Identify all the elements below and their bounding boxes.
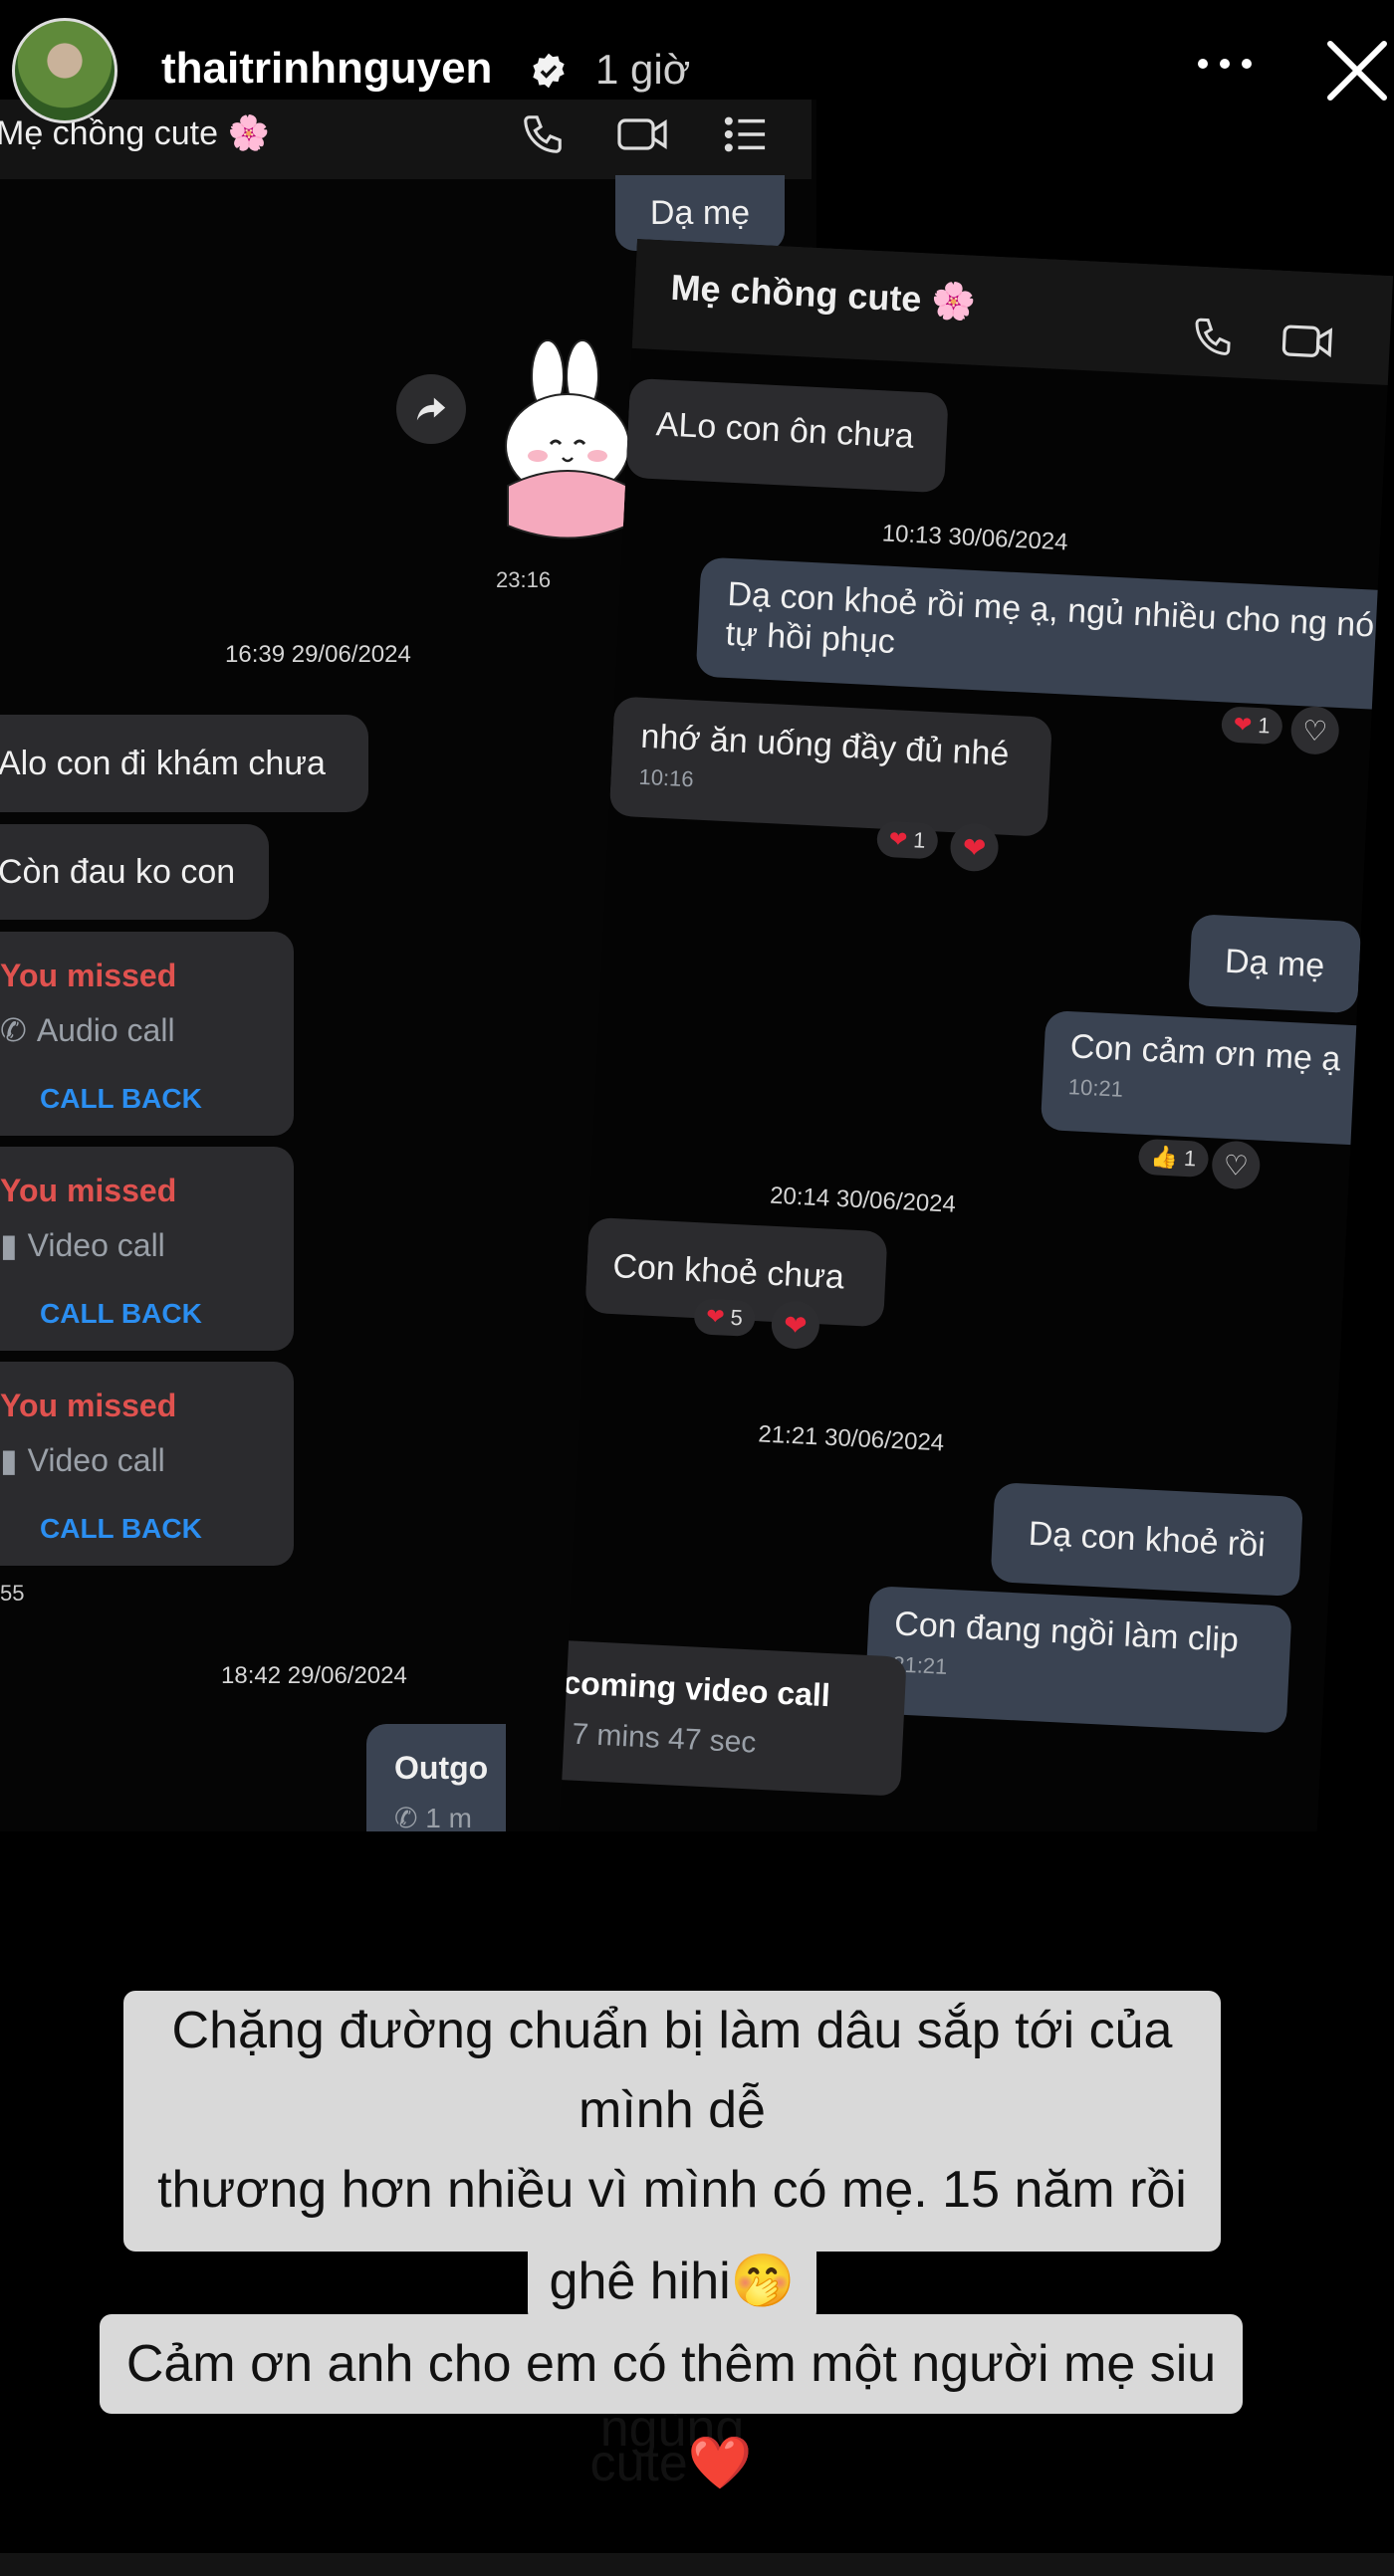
heart-icon: ❤: [962, 831, 988, 864]
missed-call-type: ✆ Audio call: [0, 1011, 175, 1049]
forward-button[interactable]: [396, 374, 466, 444]
thumbs-up-icon: 👍: [1149, 1144, 1179, 1171]
phone-icon[interactable]: [1190, 314, 1236, 364]
back-msg-2-text: Còn đau ko con: [0, 852, 236, 891]
bunny-sticker: [493, 336, 632, 545]
missed-video-icon: ▮: [0, 1442, 18, 1478]
back-top-bubble-text: Dạ mẹ: [649, 193, 751, 232]
outgoing-call-sub-text: 1 m: [425, 1803, 472, 1833]
story-header: thaitrinhnguyen 1 giờ: [0, 0, 1394, 123]
front-out-5-text: Con đang ngồi làm clip: [893, 1605, 1240, 1660]
caption-block-1: Chặng đường chuẩn bị làm dâu sắp tới của…: [123, 1991, 1221, 2458]
missed-call-type-text: Video call: [27, 1441, 165, 1478]
front-out-4-text: Dạ con khoẻ rồi: [1027, 1514, 1267, 1564]
heart-outline-icon: ♡: [1301, 714, 1328, 747]
front-chat-screenshot: Mẹ chồng cute 🌸 ALo con ôn chưa 10:13 30…: [554, 239, 1394, 1967]
outgoing-call-title: Outgo: [394, 1750, 489, 1786]
missed-call-card: You missed ✆ Audio call CALL BACK: [0, 932, 294, 1136]
missed-call-type: ▮ Video call: [0, 1441, 165, 1479]
front-out-4: Dạ con khoẻ rồi: [990, 1482, 1304, 1598]
missed-call-title: You missed: [0, 1388, 177, 1423]
outgoing-call-sub: ✆ 1 m: [394, 1803, 472, 1833]
reaction-count: 1: [912, 827, 927, 853]
username[interactable]: thaitrinhnguyen: [161, 44, 492, 94]
front-out-3-text: Con cảm ơn mẹ ạ: [1068, 1027, 1342, 1079]
heart-outline-icon: ♡: [1222, 1149, 1250, 1181]
caption-line-5: Cảm ơn anh cho em có thêm một người mẹ s…: [125, 2335, 1217, 2492]
heart-icon: ❤: [705, 1303, 726, 1330]
reaction-badge[interactable]: ❤ 1: [1221, 706, 1283, 746]
phone-icon[interactable]: [520, 111, 566, 162]
heart-icon: ❤: [1233, 711, 1253, 738]
caption-block-3: Cảm ơn anh cho em có thêm một người mẹ s…: [100, 2314, 1243, 2492]
heart-icon: ❤: [888, 826, 908, 852]
front-out-3-time: 10:21: [1067, 1074, 1124, 1102]
front-in-3-text: Con khoẻ chưa: [611, 1246, 845, 1296]
missed-call-type-text: Video call: [27, 1226, 165, 1263]
verified-badge-icon: [530, 52, 568, 95]
missed-call-type: ▮ Video call: [0, 1226, 165, 1264]
front-chat-contact-name: Mẹ chồng cute 🌸: [669, 266, 978, 322]
caption-line-4: ghê hihi🤭: [549, 2253, 796, 2310]
video-call-icon[interactable]: [1278, 319, 1336, 370]
front-msg-alo: ALo con ôn chưa: [625, 377, 949, 494]
heart-icon: ❤: [783, 1309, 809, 1342]
time-ago: 1 giờ: [595, 46, 691, 93]
missed-audio-icon: ✆: [0, 1012, 27, 1048]
front-out-1-text: Dạ con khoẻ rồi mẹ ạ, ngủ nhiều cho ng n…: [724, 574, 1376, 662]
list-icon[interactable]: [723, 113, 769, 160]
reaction-count: 1: [1257, 713, 1272, 739]
call-back-button[interactable]: CALL BACK: [40, 1513, 202, 1545]
caption-line-1: Chặng đường chuẩn bị làm dâu sắp tới của…: [171, 2002, 1173, 2139]
front-out-3: Con cảm ơn mẹ ạ 10:21: [1040, 1009, 1385, 1147]
incoming-call-duration-text: 7 mins 47 sec: [571, 1717, 758, 1760]
back-chat-contact-name: Mẹ chồng cute 🌸: [0, 114, 270, 152]
back-msg-1: Alo con đi khám chưa: [0, 715, 368, 812]
front-out-2: Dạ mẹ: [1188, 914, 1362, 1014]
front-in-2: nhớ ăn uống đầy đủ nhé 10:16: [608, 696, 1053, 837]
front-out-2-text: Dạ mẹ: [1224, 942, 1326, 985]
missed-call-card: You missed ▮ Video call CALL BACK: [0, 1362, 294, 1566]
partial-time: 55: [0, 1581, 25, 1606]
caption-block-2: ghê hihi🤭: [528, 2242, 816, 2323]
missed-call-title: You missed: [0, 958, 177, 993]
missed-video-icon: ▮: [0, 1227, 18, 1263]
missed-call-card: You missed ▮ Video call CALL BACK: [0, 1147, 294, 1351]
incoming-call-duration: ▮◂ 7 mins 47 sec: [555, 1715, 757, 1761]
reaction-badge[interactable]: ❤ 1: [875, 820, 939, 860]
more-horizontal-icon[interactable]: [1195, 54, 1255, 79]
call-back-button[interactable]: CALL BACK: [40, 1083, 202, 1115]
missed-call-title: You missed: [0, 1173, 177, 1208]
front-out-5: Con đang ngồi làm clip 21:21: [863, 1586, 1292, 1734]
sticker-time: 23:16: [496, 567, 552, 592]
back-date-separator-2: 18:42 29/06/2024: [221, 1662, 407, 1689]
back-date-separator-1: 16:39 29/06/2024: [225, 641, 411, 668]
back-msg-2: Còn đau ko con: [0, 824, 269, 920]
front-msg-alo-text: ALo con ôn chưa: [655, 405, 915, 456]
close-icon[interactable]: [1324, 38, 1390, 108]
bottom-progress-bar: [0, 2553, 1394, 2576]
incoming-call-card: Incoming video call ▮◂ 7 mins 47 sec: [554, 1637, 907, 1797]
reaction-count: 1: [1183, 1145, 1197, 1172]
reaction-badge[interactable]: 👍 1: [1137, 1138, 1210, 1179]
reaction-badge[interactable]: ❤ 5: [693, 1298, 756, 1338]
incoming-call-title: Incoming video call: [554, 1662, 831, 1714]
back-msg-1-text: Alo con đi khám chưa: [0, 744, 326, 782]
reaction-count: 5: [730, 1304, 744, 1331]
missed-call-type-text: Audio call: [36, 1011, 175, 1048]
avatar[interactable]: [12, 18, 117, 123]
back-chat-header: Mẹ chồng cute 🌸: [0, 100, 812, 179]
outgoing-call-card: Outgo ✆ 1 m: [366, 1724, 506, 1836]
video-call-icon[interactable]: [615, 111, 671, 162]
share-arrow-icon: [416, 397, 446, 421]
call-back-button[interactable]: CALL BACK: [40, 1298, 202, 1330]
